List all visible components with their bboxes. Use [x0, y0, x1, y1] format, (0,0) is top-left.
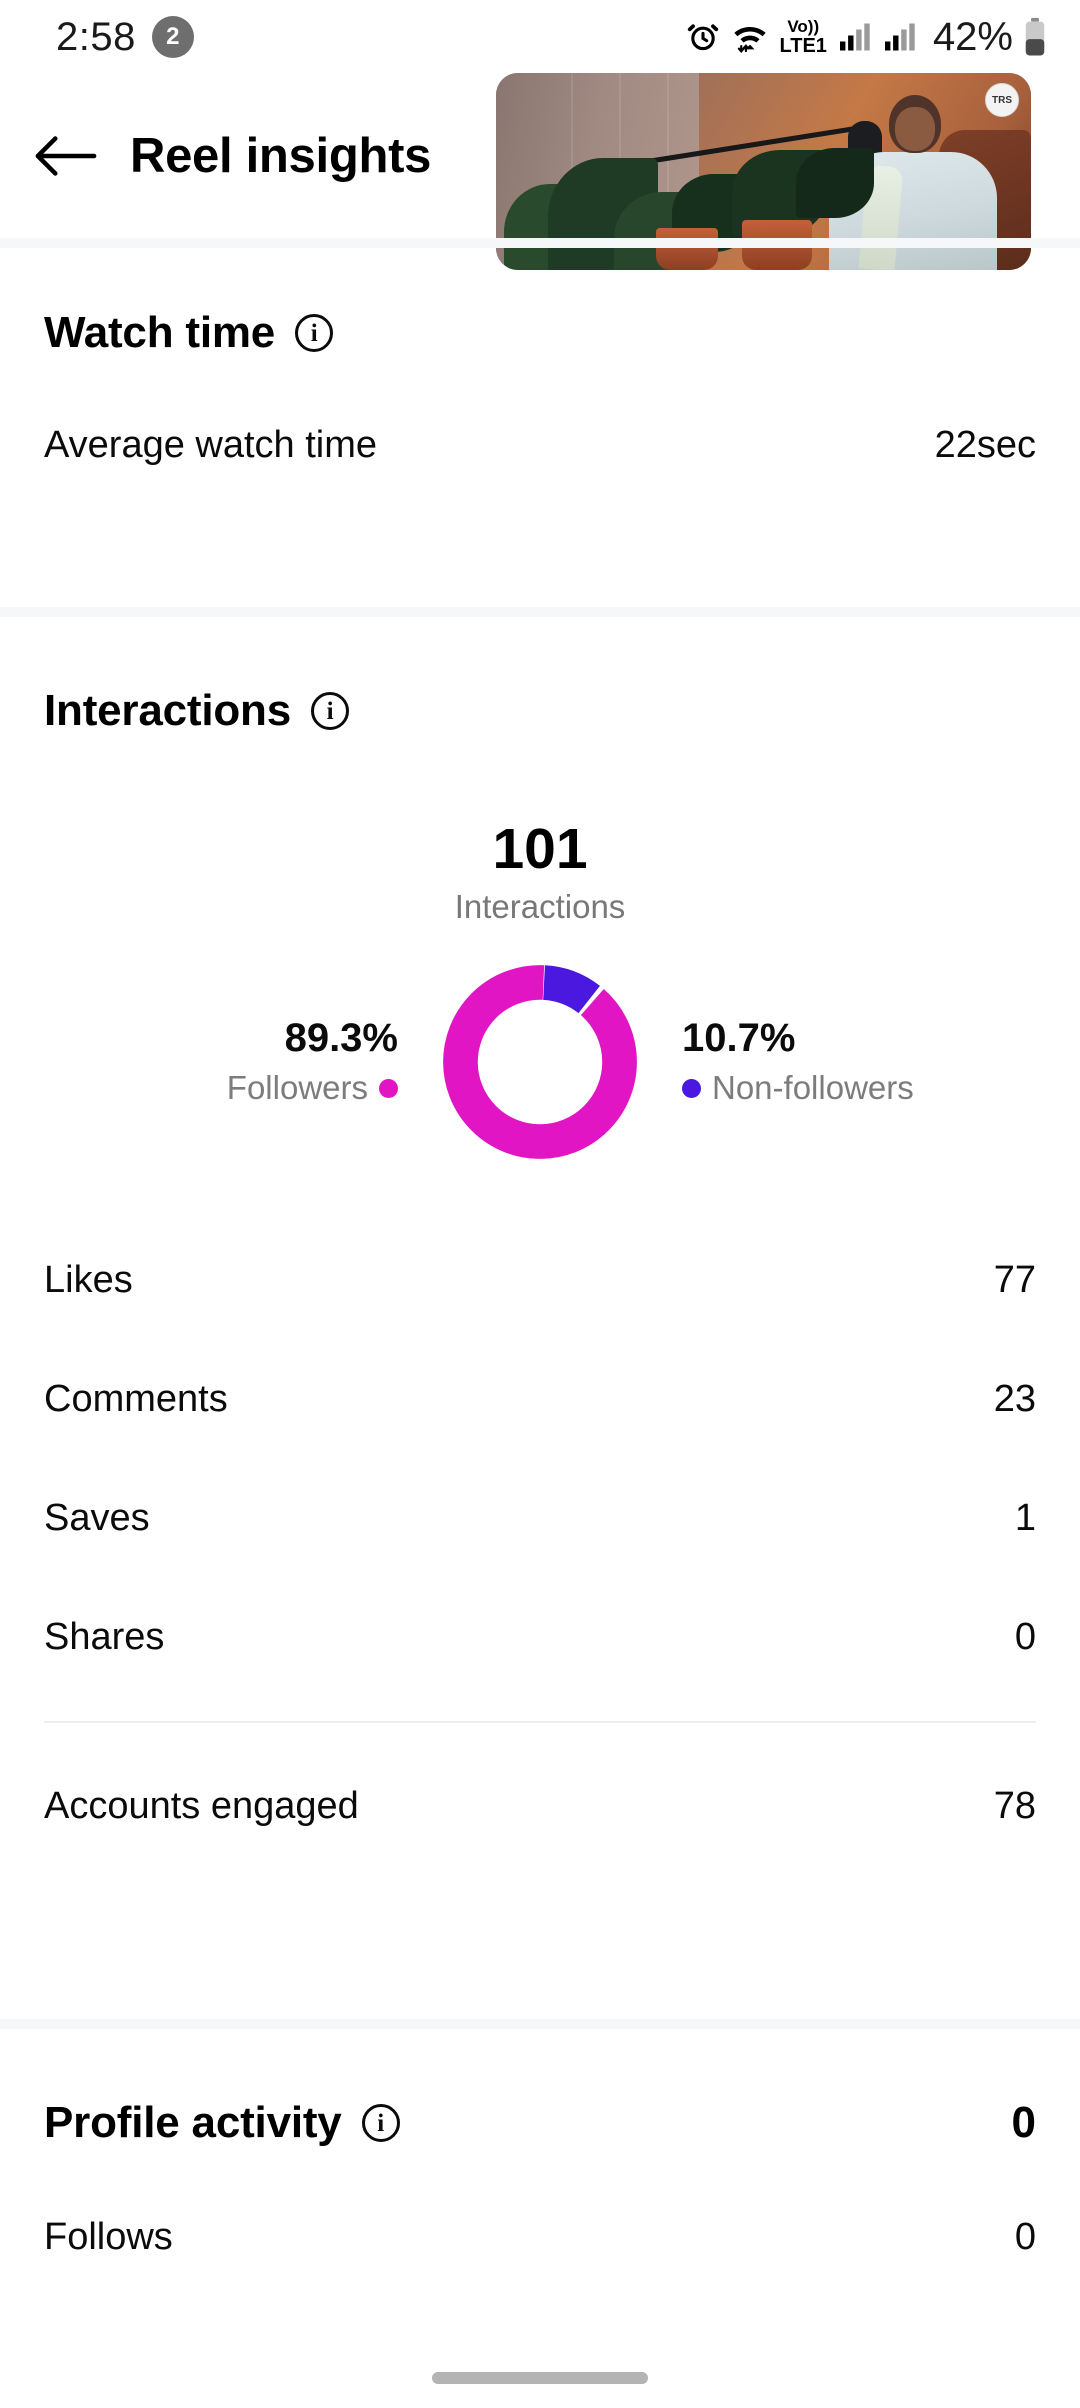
followers-legend-label: Followers	[98, 1069, 398, 1107]
follows-row: Follows 0	[44, 2216, 1036, 2259]
non-followers-color-dot	[682, 1078, 701, 1098]
watch-time-header: Watch time i	[44, 308, 1036, 358]
accounts-engaged-value: 78	[993, 1784, 1036, 1827]
legend-followers: 89.3% Followers	[98, 1016, 398, 1107]
follows-value: 0	[1014, 2216, 1036, 2258]
accounts-engaged-row: Accounts engaged 78	[44, 1785, 1036, 1828]
info-icon[interactable]: i	[311, 692, 349, 730]
info-icon[interactable]: i	[361, 2104, 400, 2142]
interactions-title: Interactions	[44, 686, 291, 735]
interactions-donut-chart: 101 Interactions 89.3% Followers 10.7% N…	[44, 817, 1036, 1164]
profile-activity-value: 0	[1011, 2098, 1036, 2147]
volte-label-bottom: LTE1	[779, 35, 827, 57]
notification-count-badge: 2	[151, 16, 194, 58]
watch-time-title-group: Watch time i	[44, 308, 334, 358]
average-watch-time-row: Average watch time 22sec	[44, 424, 1036, 467]
likes-label: Likes	[44, 1258, 133, 1301]
donut-svg	[443, 964, 637, 1159]
profile-activity-header: Profile activity i 0	[44, 2098, 1036, 2148]
interactions-section: Interactions i 101 Interactions 89.3% Fo…	[0, 686, 1080, 1828]
battery-percent-label: 42%	[932, 14, 1013, 59]
average-watch-time-label: Average watch time	[44, 424, 378, 466]
info-icon[interactable]: i	[295, 314, 334, 352]
likes-row: Likes 77	[44, 1259, 1036, 1302]
profile-activity-section: Profile activity i 0 Follows 0	[0, 2098, 1080, 2259]
follows-label: Follows	[44, 2216, 173, 2258]
status-bar: 2:58 2 Vo)) LTE1 42%	[0, 0, 1080, 74]
battery-icon	[1024, 17, 1046, 57]
likes-value: 77	[993, 1258, 1036, 1301]
followers-percent: 89.3%	[284, 1016, 398, 1061]
non-followers-legend-label: Non-followers	[682, 1069, 982, 1107]
non-followers-label-text: Non-followers	[712, 1069, 914, 1107]
signal-bars-icon	[838, 22, 872, 52]
home-indicator[interactable]	[432, 2372, 648, 2384]
status-bar-clock: 2:58	[56, 14, 136, 59]
accounts-engaged-label: Accounts engaged	[44, 1784, 359, 1827]
interactions-total-value: 101	[492, 817, 588, 881]
interactions-header: Interactions i	[44, 686, 1036, 736]
shares-row: Shares 0	[44, 1616, 1036, 1659]
donut-with-legends: 89.3% Followers 10.7% Non-followers	[44, 960, 1036, 1164]
comments-value: 23	[993, 1377, 1036, 1420]
back-arrow-icon	[35, 136, 97, 176]
status-bar-right: Vo)) LTE1 42%	[686, 15, 1046, 60]
watch-time-section: Watch time i Average watch time 22sec	[0, 308, 1080, 467]
donut-arc-followers	[443, 964, 637, 1159]
page-title: Reel insights	[130, 129, 432, 183]
section-divider-1	[0, 607, 1080, 617]
shares-value: 0	[1014, 1615, 1036, 1658]
followers-color-dot	[379, 1078, 398, 1098]
saves-row: Saves 1	[44, 1497, 1036, 1540]
saves-label: Saves	[44, 1496, 150, 1539]
section-divider-top	[0, 238, 1080, 248]
shares-label: Shares	[44, 1615, 165, 1658]
status-bar-left: 2:58 2	[56, 15, 194, 60]
profile-activity-title-group: Profile activity i	[44, 2098, 400, 2148]
interactions-title-group: Interactions i	[44, 686, 349, 736]
followers-label-text: Followers	[226, 1069, 368, 1107]
saves-value: 1	[1014, 1496, 1036, 1539]
signal-bars-icon-secondary	[883, 22, 917, 52]
average-watch-time-value: 22sec	[934, 424, 1036, 466]
thumbnail-profile-badge: TRS	[985, 83, 1019, 117]
non-followers-percent: 10.7%	[682, 1016, 796, 1061]
back-button[interactable]	[0, 74, 130, 238]
section-divider-2	[0, 2019, 1080, 2029]
watch-time-title: Watch time	[44, 308, 276, 357]
wifi-icon	[731, 20, 769, 54]
legend-non-followers: 10.7% Non-followers	[682, 1016, 982, 1107]
reel-insights-screen: 2:58 2 Vo)) LTE1 42% Reel insights TRS W…	[0, 0, 1080, 2408]
comments-label: Comments	[44, 1377, 228, 1420]
comments-row: Comments 23	[44, 1378, 1036, 1421]
interactions-total-label: Interactions	[454, 887, 626, 925]
volte-label-top: Vo))	[787, 17, 820, 36]
volte-indicator: Vo)) LTE1	[780, 18, 827, 56]
row-divider	[44, 1720, 1036, 1723]
alarm-icon	[686, 20, 720, 54]
profile-activity-title: Profile activity	[44, 2098, 342, 2147]
